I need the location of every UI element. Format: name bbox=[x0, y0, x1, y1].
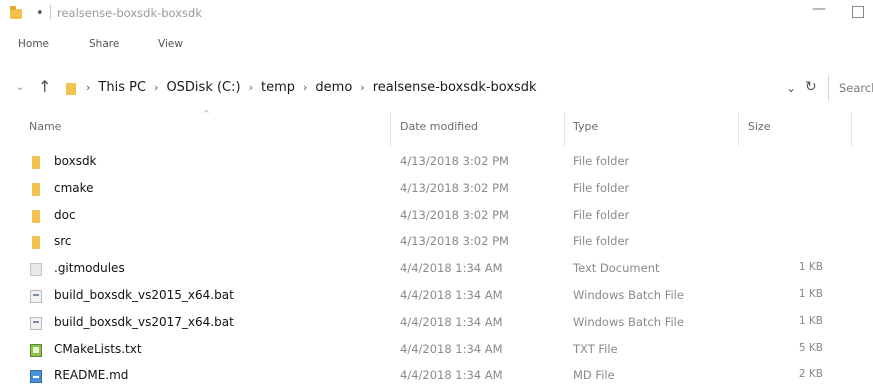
file-name: .gitmodules bbox=[54, 261, 125, 276]
recent-locations-chevron-icon[interactable]: ⌄ bbox=[16, 82, 24, 93]
markdown-file-icon bbox=[30, 370, 42, 384]
text-file-icon bbox=[30, 263, 42, 277]
file-type: MD File bbox=[573, 368, 615, 383]
sort-caret-icon: ^ bbox=[203, 109, 210, 118]
file-date: 4/13/2018 3:02 PM bbox=[400, 154, 509, 168]
file-row[interactable]: build_boxsdk_vs2015_x64.bat 4/4/2018 1:3… bbox=[0, 283, 873, 310]
file-size: 5 KB bbox=[798, 341, 823, 354]
column-header-name[interactable]: Name bbox=[29, 120, 61, 140]
column-divider[interactable] bbox=[738, 112, 739, 146]
file-name: boxsdk bbox=[54, 154, 97, 168]
file-type: File folder bbox=[573, 234, 630, 249]
file-date: 4/4/2018 1:34 AM bbox=[400, 314, 503, 329]
minimize-button[interactable]: — bbox=[812, 1, 826, 17]
refresh-icon[interactable]: ↻ bbox=[805, 79, 817, 95]
file-date: 4/4/2018 1:34 AM bbox=[400, 261, 503, 276]
file-name: build_boxsdk_vs2017_x64.bat bbox=[54, 314, 234, 329]
folder-icon bbox=[32, 182, 40, 196]
breadcrumb-current-folder[interactable]: realsense-boxsdk-boxsdk bbox=[373, 80, 537, 95]
folder-icon bbox=[32, 236, 40, 250]
breadcrumb-osdisk[interactable]: OSDisk (C:) bbox=[166, 80, 240, 95]
up-arrow-icon[interactable]: ↑ bbox=[38, 77, 51, 96]
ribbon-tabs: Home Share View bbox=[0, 38, 873, 58]
file-type: Text Document bbox=[573, 261, 660, 276]
file-size: 1 KB bbox=[798, 261, 823, 274]
file-date: 4/13/2018 3:02 PM bbox=[400, 234, 509, 249]
file-size: 2 KB bbox=[798, 368, 823, 381]
file-name: cmake bbox=[54, 180, 94, 195]
breadcrumb-temp[interactable]: temp bbox=[261, 80, 295, 95]
file-name: build_boxsdk_vs2015_x64.bat bbox=[54, 287, 234, 302]
folder-icon bbox=[32, 156, 40, 169]
cmake-file-icon bbox=[30, 343, 42, 357]
batch-file-icon bbox=[30, 289, 42, 303]
file-row[interactable]: .gitmodules 4/4/2018 1:34 AM Text Docume… bbox=[0, 256, 873, 283]
chevron-right-icon[interactable]: › bbox=[154, 81, 158, 94]
file-row[interactable]: build_boxsdk_vs2017_x64.bat 4/4/2018 1:3… bbox=[0, 310, 873, 337]
breadcrumb-demo[interactable]: demo bbox=[315, 80, 352, 95]
file-row[interactable]: boxsdk 4/13/2018 3:02 PM File folder bbox=[0, 149, 873, 176]
chevron-right-icon[interactable]: › bbox=[86, 81, 90, 94]
file-list: boxsdk 4/13/2018 3:02 PM File folder cma… bbox=[0, 149, 873, 384]
tab-view[interactable]: View bbox=[158, 38, 183, 50]
column-divider[interactable] bbox=[390, 112, 391, 146]
breadcrumb-this-pc[interactable]: This PC bbox=[98, 80, 146, 95]
title-bar: • realsense-boxsdk-boxsdk — bbox=[0, 0, 873, 30]
file-row[interactable]: src 4/13/2018 3:02 PM File folder bbox=[0, 229, 873, 256]
address-folder-icon bbox=[66, 83, 76, 95]
column-divider[interactable] bbox=[851, 112, 852, 146]
column-header-date[interactable]: Date modified bbox=[400, 120, 478, 140]
file-size: 1 KB bbox=[798, 314, 823, 327]
file-date: 4/4/2018 1:34 AM bbox=[400, 287, 503, 302]
tab-share[interactable]: Share bbox=[89, 38, 119, 50]
file-type: Windows Batch File bbox=[573, 314, 684, 329]
file-name: CMakeLists.txt bbox=[54, 341, 142, 356]
address-dropdown-chevron-icon[interactable]: ⌄ bbox=[786, 81, 796, 95]
breadcrumb: › This PC › OSDisk (C:) › temp › demo › … bbox=[86, 80, 537, 95]
file-row[interactable]: cmake 4/13/2018 3:02 PM File folder bbox=[0, 176, 873, 203]
file-type: TXT File bbox=[573, 341, 618, 356]
chevron-right-icon[interactable]: › bbox=[249, 81, 253, 94]
file-type: File folder bbox=[573, 207, 630, 222]
file-type: Windows Batch File bbox=[573, 287, 684, 302]
quick-access-toolbar-dot[interactable]: • bbox=[36, 6, 44, 21]
file-row[interactable]: CMakeLists.txt 4/4/2018 1:34 AM TXT File… bbox=[0, 337, 873, 364]
chevron-right-icon[interactable]: › bbox=[360, 81, 364, 94]
file-date: 4/13/2018 3:02 PM bbox=[400, 180, 509, 195]
search-input[interactable]: Search bbox=[828, 75, 873, 101]
title-separator bbox=[50, 5, 51, 19]
file-type: File folder bbox=[573, 154, 630, 168]
file-date: 4/4/2018 1:34 AM bbox=[400, 341, 503, 356]
file-date: 4/4/2018 1:34 AM bbox=[400, 368, 503, 383]
column-header-size[interactable]: Size bbox=[748, 120, 771, 140]
chevron-right-icon[interactable]: › bbox=[303, 81, 307, 94]
file-name: doc bbox=[54, 207, 76, 222]
file-type: File folder bbox=[573, 180, 630, 195]
maximize-button[interactable] bbox=[852, 6, 864, 18]
column-header-type[interactable]: Type bbox=[573, 120, 598, 140]
window-title: realsense-boxsdk-boxsdk bbox=[57, 6, 202, 20]
file-size: 1 KB bbox=[798, 287, 823, 300]
folder-icon bbox=[10, 6, 22, 19]
file-row[interactable]: doc 4/13/2018 3:02 PM File folder bbox=[0, 203, 873, 230]
file-name: src bbox=[54, 234, 72, 249]
folder-icon bbox=[32, 209, 40, 223]
batch-file-icon bbox=[30, 316, 42, 330]
file-date: 4/13/2018 3:02 PM bbox=[400, 207, 509, 222]
file-row[interactable]: README.md 4/4/2018 1:34 AM MD File 2 KB bbox=[0, 363, 873, 384]
address-bar-row: ⌄ ↑ › This PC › OSDisk (C:) › temp › dem… bbox=[0, 72, 873, 106]
tab-home[interactable]: Home bbox=[18, 38, 49, 50]
column-divider[interactable] bbox=[564, 112, 565, 146]
file-name: README.md bbox=[54, 368, 129, 383]
